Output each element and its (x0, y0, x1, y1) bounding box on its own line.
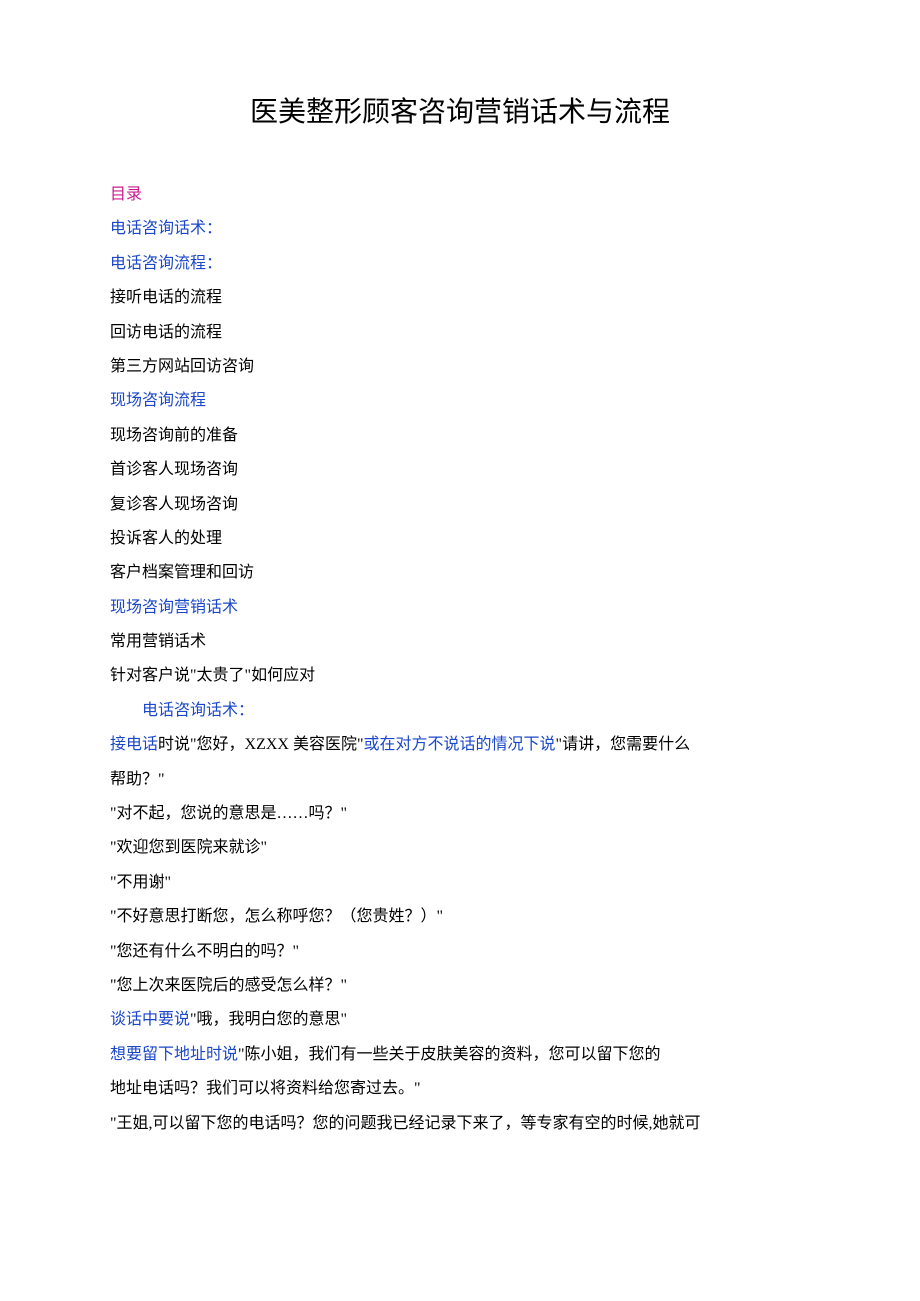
phrase-cond: 或在对方不说话的情况下说 (364, 736, 556, 753)
phrase-prefix: 谈话中要说 (110, 1011, 190, 1028)
document-page: 医美整形顾客咨询营销话术与流程 目录 电话咨询话术： 电话咨询流程： 接听电话的… (0, 0, 920, 1201)
phrase-text: "陈小姐，我们有一些关于皮肤美容的资料，您可以留下您的 (238, 1046, 661, 1063)
body-text: "对不起，您说的意思是……吗？" (110, 797, 810, 831)
toc-item: 电话咨询流程： (110, 247, 810, 281)
toc-item: 投诉客人的处理 (110, 522, 810, 556)
phrase-prefix: 想要留下地址时说 (110, 1046, 238, 1063)
phrase-text: 时说"您好，XZXX 美容医院" (158, 736, 364, 753)
page-title: 医美整形顾客咨询营销话术与流程 (110, 90, 810, 130)
body-text: "不用谢" (110, 866, 810, 900)
toc-item: 针对客户说"太贵了"如何应对 (110, 659, 810, 693)
body-text: "您还有什么不明白的吗？" (110, 935, 810, 969)
toc-item: 第三方网站回访咨询 (110, 350, 810, 384)
body-text: 地址电话吗？我们可以将资料给您寄过去。" (110, 1072, 810, 1106)
toc-item: 复诊客人现场咨询 (110, 488, 810, 522)
body-text: "不好意思打断您，怎么称呼您？（您贵姓？）" (110, 900, 810, 934)
toc-item: 电话咨询话术： (110, 212, 810, 246)
body-text: "欢迎您到医院来就诊" (110, 831, 810, 865)
toc-item: 回访电话的流程 (110, 316, 810, 350)
toc-item: 常用营销话术 (110, 625, 810, 659)
toc-item: 现场咨询流程 (110, 384, 810, 418)
body-text: "您上次来医院后的感受怎么样？" (110, 969, 810, 1003)
body-text: 帮助？" (110, 763, 810, 797)
phrase-text: "哦，我明白您的意思" (190, 1011, 347, 1028)
phrase-text: "请讲，您需要什么 (556, 736, 691, 753)
phrase-prefix: 接电话 (110, 736, 158, 753)
body-text: 接电话时说"您好，XZXX 美容医院"或在对方不说话的情况下说"请讲，您需要什么 (110, 728, 810, 762)
toc-item: 首诊客人现场咨询 (110, 453, 810, 487)
body-text: 谈话中要说"哦，我明白您的意思" (110, 1003, 810, 1037)
body-text: "王姐,可以留下您的电话吗？您的问题我已经记录下来了，等专家有空的时候,她就可 (110, 1107, 810, 1141)
toc-item: 客户档案管理和回访 (110, 556, 810, 590)
toc-item: 现场咨询前的准备 (110, 419, 810, 453)
toc-item: 接听电话的流程 (110, 281, 810, 315)
toc-item: 现场咨询营销话术 (110, 591, 810, 625)
body-text: 想要留下地址时说"陈小姐，我们有一些关于皮肤美容的资料，您可以留下您的 (110, 1038, 810, 1072)
section-heading: 电话咨询话术： (110, 694, 810, 728)
toc-label: 目录 (110, 178, 810, 212)
